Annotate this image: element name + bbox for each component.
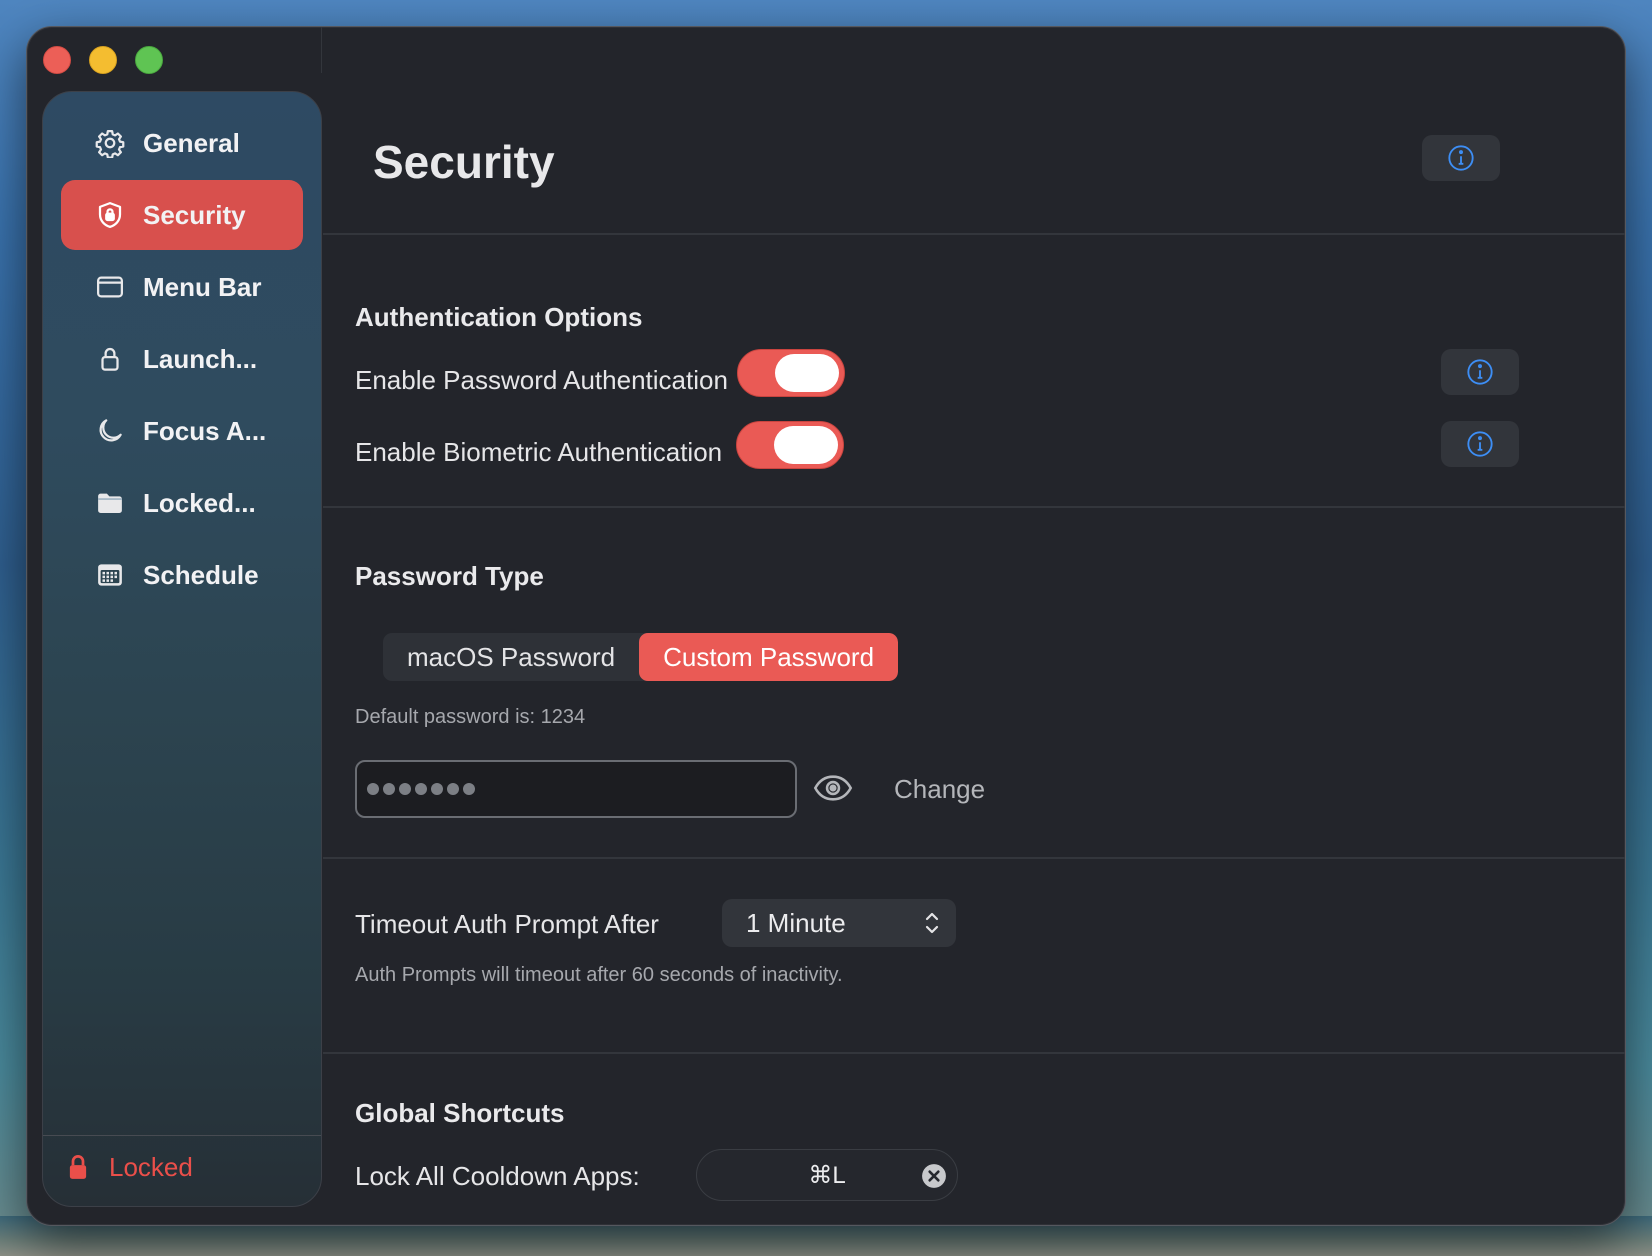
settings-window: General Security Menu Bar Launch... Focu… (26, 26, 1626, 1226)
chevron-up-down-icon (925, 912, 939, 934)
sidebar-item-label: Locked... (143, 487, 256, 518)
sidebar-item-focus[interactable]: Focus A... (61, 396, 303, 466)
password-auth-info-button[interactable] (1441, 349, 1519, 395)
info-icon (1467, 359, 1493, 385)
password-type-title: Password Type (355, 561, 544, 591)
sidebar-item-security[interactable]: Security (61, 180, 303, 250)
password-dot (431, 783, 443, 795)
page-title: Security (373, 136, 555, 188)
window-controls (43, 46, 163, 74)
sidebar-footer-divider (43, 1135, 321, 1136)
password-dot (415, 783, 427, 795)
sidebar-item-schedule[interactable]: Schedule (61, 540, 303, 610)
default-password-hint: Default password is: 1234 (355, 706, 586, 728)
timeout-select-value: 1 Minute (746, 907, 846, 938)
password-auth-label: Enable Password Authentication (355, 365, 728, 395)
lock-all-label: Lock All Cooldown Apps: (355, 1161, 640, 1191)
sidebar-item-general[interactable]: General (61, 108, 303, 178)
minimize-window-button[interactable] (89, 46, 117, 74)
biometric-auth-label: Enable Biometric Authentication (355, 437, 723, 467)
lock-status-label: Locked (109, 1151, 193, 1182)
zoom-window-button[interactable] (135, 46, 163, 74)
password-type-segmented-control: macOS Password Custom Password (383, 633, 899, 681)
sidebar-item-launch[interactable]: Launch... (61, 324, 303, 394)
sidebar-nav: General Security Menu Bar Launch... Focu… (61, 108, 303, 612)
password-dot (399, 783, 411, 795)
password-dot (383, 783, 395, 795)
section-divider (323, 1052, 1625, 1054)
password-dot (447, 783, 459, 795)
biometric-auth-toggle[interactable] (736, 421, 844, 469)
biometric-auth-info-button[interactable] (1441, 421, 1519, 467)
folder-icon (94, 487, 126, 519)
timeout-hint: Auth Prompts will timeout after 60 secon… (355, 964, 843, 986)
sidebar: General Security Menu Bar Launch... Focu… (42, 91, 322, 1207)
sidebar-item-label: General (143, 127, 240, 158)
toggle-knob (774, 426, 838, 464)
section-divider (323, 506, 1625, 508)
change-password-button[interactable]: Change (894, 774, 985, 805)
timeout-label: Timeout Auth Prompt After (355, 909, 659, 939)
lock-all-shortcut-recorder[interactable]: ⌘L (696, 1149, 958, 1201)
clear-shortcut-icon[interactable] (921, 1163, 947, 1189)
password-mask (367, 783, 475, 795)
shield-icon (94, 199, 126, 231)
global-shortcuts-title: Global Shortcuts (355, 1098, 565, 1128)
timeout-select[interactable]: 1 Minute (722, 899, 956, 947)
password-field[interactable] (355, 760, 797, 818)
gear-icon (94, 127, 126, 159)
close-window-button[interactable] (43, 46, 71, 74)
lock-icon (94, 343, 126, 375)
sidebar-item-label: Security (143, 199, 246, 230)
titlebar-divider (321, 27, 322, 73)
eye-icon[interactable] (813, 771, 853, 805)
segment-macos-password[interactable]: macOS Password (383, 633, 639, 681)
calendar-icon (94, 559, 126, 591)
sidebar-item-menu-bar[interactable]: Menu Bar (61, 252, 303, 322)
sidebar-item-label: Menu Bar (143, 271, 262, 302)
window-icon (94, 271, 126, 303)
sidebar-item-label: Launch... (143, 343, 258, 374)
section-divider (323, 233, 1625, 235)
info-icon (1448, 145, 1474, 171)
auth-options-title: Authentication Options (355, 302, 643, 332)
sidebar-item-label: Schedule (143, 559, 259, 590)
lock-status[interactable]: Locked (63, 1142, 193, 1192)
password-dot (367, 783, 379, 795)
page-info-button[interactable] (1422, 135, 1500, 181)
shortcut-value: ⌘L (808, 1161, 846, 1189)
section-divider (323, 857, 1625, 859)
segment-custom-password[interactable]: Custom Password (639, 633, 899, 681)
info-icon (1467, 431, 1493, 457)
moon-icon (94, 415, 126, 447)
main-content: Security Authentication Options Enable P… (323, 27, 1625, 1225)
sidebar-item-label: Focus A... (143, 415, 267, 446)
password-dot (463, 783, 475, 795)
password-auth-toggle[interactable] (737, 349, 845, 397)
sidebar-item-locked[interactable]: Locked... (61, 468, 303, 538)
lock-icon (69, 1155, 87, 1179)
toggle-knob (775, 354, 839, 392)
